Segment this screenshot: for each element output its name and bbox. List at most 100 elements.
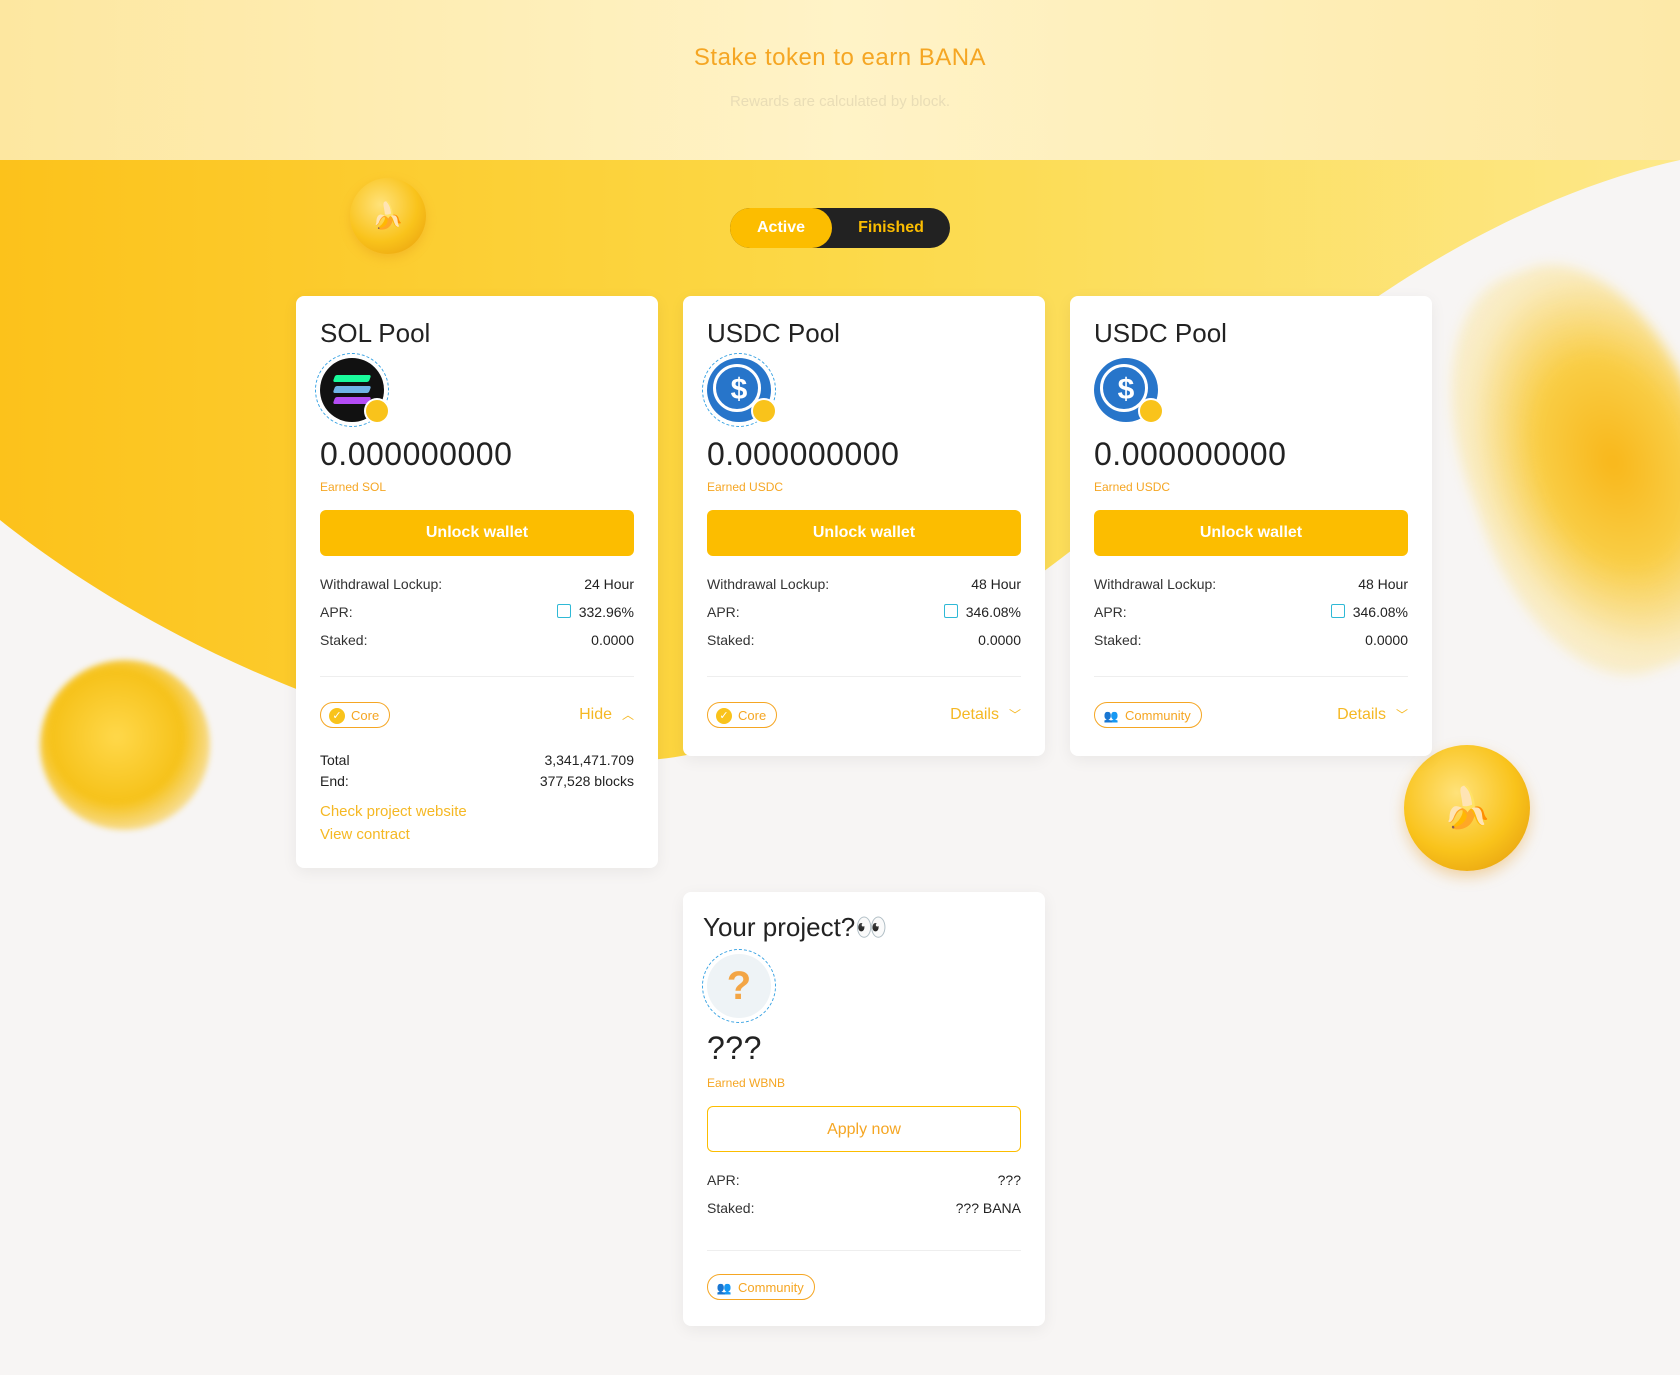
earned-label: Earned USDC [1094, 480, 1171, 494]
total-row: Total 3,341,471.709 [320, 752, 634, 768]
total-label: Total [320, 752, 350, 768]
staked-value: ??? BANA [955, 1200, 1021, 1216]
withdrawal-value: 48 Hour [1358, 576, 1408, 592]
staked-value: 0.0000 [591, 632, 634, 648]
withdrawal-label: Withdrawal Lockup: [320, 576, 443, 592]
withdrawal-lockup-row: Withdrawal Lockup: 24 Hour [320, 576, 634, 596]
divider [707, 676, 1021, 677]
withdrawal-value: 24 Hour [584, 576, 634, 592]
usdc-token-icon: $ [1094, 358, 1164, 424]
question-token-icon: ? [702, 949, 776, 1023]
status-toggle: Active Finished [730, 208, 950, 248]
banana-badge-icon [751, 398, 777, 424]
community-icon: 👥 [716, 1281, 732, 1295]
apr-row: APR: 332.96% [320, 604, 634, 624]
tab-finished[interactable]: Finished [832, 208, 950, 248]
usdc-token-icon: $ [702, 353, 777, 427]
apr-label: APR: [707, 604, 740, 620]
banana-coin-decoration: 🍌 [1404, 745, 1530, 871]
unlock-wallet-button[interactable]: Unlock wallet [320, 510, 634, 556]
withdrawal-value: 48 Hour [971, 576, 1021, 592]
apr-value: 346.08% [1352, 604, 1408, 620]
earned-label: Earned WBNB [707, 1076, 786, 1090]
end-value: 377,528 blocks [539, 773, 634, 789]
pool-title: USDC Pool [1094, 318, 1227, 348]
staked-label: Staked: [707, 632, 755, 648]
staked-label: Staked: [320, 632, 368, 648]
pool-title: SOL Pool [320, 318, 431, 348]
hide-toggle[interactable]: Hide ︿ [579, 706, 634, 724]
divider [320, 676, 634, 677]
chevron-down-icon: ﹀ [1008, 708, 1021, 722]
divider [1094, 676, 1408, 677]
pool-card: USDC Pool $ 0.000000000 Earned USDC Unlo… [1070, 296, 1432, 756]
withdrawal-label: Withdrawal Lockup: [1094, 576, 1217, 592]
earned-amount: 0.000000000 [707, 436, 900, 472]
toggle-label: Hide [579, 706, 612, 723]
check-badge-icon: ✓ [716, 708, 732, 724]
banana-coin-decoration [40, 660, 210, 830]
calculator-icon[interactable] [1330, 604, 1345, 618]
unlock-wallet-button[interactable]: Unlock wallet [1094, 510, 1408, 556]
sol-token-icon [315, 353, 390, 427]
apr-value: 346.08% [965, 604, 1021, 620]
apr-label: APR: [707, 1172, 740, 1188]
calculator-icon[interactable] [943, 604, 958, 618]
calculator-icon[interactable] [556, 604, 571, 618]
project-amount: ??? [707, 1030, 762, 1066]
apr-row: APR: 346.08% [1094, 604, 1408, 624]
details-toggle[interactable]: Details ﹀ [950, 706, 1021, 724]
staked-value: 0.0000 [1365, 632, 1408, 648]
tag-label: Community [1125, 708, 1191, 723]
withdrawal-label: Withdrawal Lockup: [707, 576, 830, 592]
tag-label: Community [738, 1280, 804, 1295]
apr-value: 332.96% [578, 604, 634, 620]
community-icon: 👥 [1103, 709, 1119, 723]
page-subtitle: Rewards are calculated by block. [729, 93, 951, 110]
earned-amount: 0.000000000 [1094, 436, 1287, 472]
banana-badge-icon [1138, 398, 1164, 424]
core-tag: ✓ Core [707, 702, 778, 728]
apr-value: ??? [997, 1172, 1021, 1188]
staked-label: Staked: [1094, 632, 1142, 648]
staked-value: 0.0000 [978, 632, 1021, 648]
apply-now-button[interactable]: Apply now [707, 1106, 1021, 1152]
divider [707, 1250, 1021, 1251]
banana-badge-icon [364, 398, 390, 424]
staked-row: Staked: 0.0000 [320, 632, 634, 652]
withdrawal-lockup-row: Withdrawal Lockup: 48 Hour [1094, 576, 1408, 596]
check-badge-icon: ✓ [329, 708, 345, 724]
page-title: Stake token to earn BANA [693, 44, 987, 71]
apr-row: APR: ??? [707, 1172, 1021, 1192]
tab-active[interactable]: Active [730, 208, 832, 248]
community-tag: 👥 Community [1094, 702, 1202, 728]
project-title: Your project?👀 [703, 912, 888, 942]
earned-label: Earned USDC [707, 480, 784, 494]
chevron-down-icon: ﹀ [1395, 708, 1408, 722]
toggle-label: Details [1337, 706, 1386, 723]
staked-row: Staked: 0.0000 [707, 632, 1021, 652]
project-card: Your project?👀 ? ??? Earned WBNB Apply n… [683, 892, 1045, 1326]
community-tag: 👥 Community [707, 1274, 815, 1300]
apr-row: APR: 346.08% [707, 604, 1021, 624]
core-tag: ✓ Core [320, 702, 391, 728]
view-contract-link[interactable]: View contract [320, 826, 410, 843]
earned-amount: 0.000000000 [320, 436, 513, 472]
project-website-link[interactable]: Check project website [320, 803, 467, 820]
pool-title: USDC Pool [707, 318, 840, 348]
staked-row: Staked: 0.0000 [1094, 632, 1408, 652]
hero-banner: Stake token to earn BANA Rewards are cal… [0, 0, 1680, 160]
tag-label: Core [351, 708, 380, 723]
toggle-label: Details [950, 706, 999, 723]
tag-label: Core [738, 708, 767, 723]
details-toggle[interactable]: Details ﹀ [1337, 706, 1408, 724]
staked-row: Staked: ??? BANA [707, 1200, 1021, 1220]
withdrawal-lockup-row: Withdrawal Lockup: 48 Hour [707, 576, 1021, 596]
banana-coin-decoration: 🍌 [350, 178, 426, 254]
end-label: End: [320, 773, 349, 789]
pool-card: SOL Pool 0.000000000 Earned SOL Unlock w… [296, 296, 658, 868]
unlock-wallet-button[interactable]: Unlock wallet [707, 510, 1021, 556]
apr-label: APR: [1094, 604, 1127, 620]
pool-card: USDC Pool $ 0.000000000 Earned USDC Unlo… [683, 296, 1045, 756]
total-value: 3,341,471.709 [544, 752, 634, 768]
